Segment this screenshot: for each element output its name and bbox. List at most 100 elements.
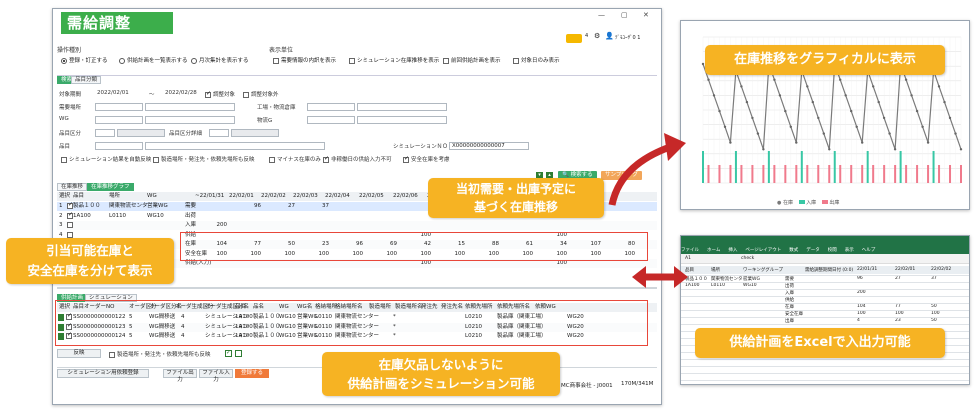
excel-cell[interactable]: 100 — [857, 311, 866, 316]
stock-point — [751, 116, 754, 120]
excel-cell[interactable]: 96 — [857, 276, 863, 281]
radio-register[interactable]: 登録・訂正する — [61, 56, 108, 64]
tab-item-class[interactable]: 品目分類 — [71, 76, 102, 84]
row-select-checkbox[interactable] — [67, 211, 73, 219]
cancel-square-icon[interactable] — [235, 350, 242, 357]
table-row[interactable] — [57, 221, 657, 230]
stock-point — [789, 125, 792, 128]
row-select-checkbox[interactable] — [67, 201, 73, 209]
out-bar — [707, 165, 710, 183]
register-button[interactable]: 登録する — [235, 369, 269, 378]
reflect-button[interactable]: 反映 — [57, 349, 101, 358]
minimize-icon[interactable]: — — [598, 11, 605, 19]
excel-sheet: 品目 場所 ワーキンググループ 需給調整期間日付 (0:0) 22/01/31 22/02… — [681, 266, 969, 384]
excel-cell[interactable]: WG10 — [743, 283, 757, 288]
tab-stock-graph[interactable]: 在庫推移グラフ — [87, 183, 134, 191]
excel-cell[interactable]: 100 — [895, 311, 904, 316]
cell-place: L0110 — [109, 212, 127, 219]
column-header[interactable]: 22/02/01 — [229, 192, 261, 200]
check-nonworking[interactable]: 非稼働日の供給入力不可 — [323, 155, 392, 163]
maximize-icon[interactable]: ▢ — [621, 11, 628, 19]
excel-cell[interactable]: L0110 — [711, 283, 725, 288]
date-to[interactable]: 2022/02/28 — [165, 90, 197, 96]
item-input[interactable] — [95, 142, 143, 150]
item-class-input[interactable] — [95, 129, 115, 137]
check-reflect-places[interactable]: 製造場所・発注先・依頼先場所も反映 — [153, 155, 255, 163]
out-bar — [828, 165, 831, 183]
check-sim-stock[interactable]: シミュレーション在庫推移を表示 — [349, 56, 439, 64]
close-icon[interactable]: ✕ — [643, 11, 649, 19]
sim-register-button[interactable]: シミュレーション用依頼登録 — [57, 369, 149, 378]
callout-chart: 在庫推移をグラフィカルに表示 — [705, 45, 945, 75]
check-demand-detail[interactable]: 需要情報の内訳を表示 — [273, 56, 336, 64]
column-header[interactable]: ~22/01/31 — [195, 192, 227, 200]
excel-cell[interactable]: 27 — [895, 276, 901, 281]
check-prev-plan[interactable]: 前回供給計画を表示 — [443, 56, 501, 64]
file-input-button[interactable]: ファイル入力 — [199, 369, 233, 383]
excel-ribbon-tab[interactable]: データ — [806, 248, 820, 253]
excel-ribbon-tab[interactable]: ヘルプ — [862, 248, 876, 253]
column-header[interactable]: 22/02/06 — [393, 192, 425, 200]
excel-cell[interactable]: 104 — [857, 304, 866, 309]
excel-ribbon-tab[interactable]: 挿入 — [728, 248, 737, 253]
user-icon[interactable]: 👤 — [605, 32, 614, 40]
splitter[interactable] — [57, 287, 657, 289]
excel-cell[interactable]: 23 — [895, 318, 901, 323]
notification-icon[interactable] — [566, 34, 582, 43]
excel-cell[interactable]: 50 — [931, 318, 937, 323]
excel-ribbon-tab[interactable]: ホーム — [707, 248, 720, 253]
column-header[interactable]: 22/02/04 — [325, 192, 357, 200]
column-header[interactable]: 場所 — [109, 192, 141, 200]
excel-cell[interactable]: 200 — [857, 290, 866, 295]
demand-place-input[interactable] — [95, 103, 143, 111]
excel-cell[interactable]: 100 — [931, 311, 940, 316]
radio-list[interactable]: 供給計画を一覧表示する — [119, 56, 188, 64]
out-bar — [872, 165, 875, 183]
excel-ribbon-tab[interactable]: ページレイアウト — [745, 248, 781, 253]
factory-input[interactable] — [307, 103, 355, 111]
excel-ribbon-tab[interactable]: ファイル — [681, 248, 699, 253]
column-header[interactable]: WG — [147, 192, 179, 200]
stock-point — [915, 109, 919, 113]
check-target-only[interactable]: 対象日のみ表示 — [513, 56, 560, 64]
excel-cell[interactable]: 77 — [895, 304, 901, 309]
file-output-button[interactable]: ファイル出力 — [163, 369, 197, 383]
row-select-checkbox[interactable] — [67, 222, 73, 228]
column-header[interactable]: 22/02/02 — [261, 192, 293, 200]
period-tilde: ～ — [149, 92, 155, 98]
check-safety-stock[interactable]: 安全在庫を考慮 — [403, 155, 450, 163]
item-class-detail-input[interactable] — [209, 129, 229, 137]
excel-window: ファイル ホーム 挿入 ページレイアウト 数式 データ 校閲 表示 ヘルプ A1 check 品… — [680, 235, 970, 385]
sim-no-input[interactable]: X00000000000007 — [449, 142, 529, 150]
check-auto-reflect[interactable]: シミュレーション結果を自動反映 — [61, 155, 151, 163]
column-header[interactable]: 品目 — [73, 192, 105, 200]
excel-cell[interactable]: 50 — [931, 304, 937, 309]
stock-point — [723, 125, 727, 128]
radio-monthly[interactable]: 月次集計を表示する — [191, 56, 249, 64]
excel-formula-value[interactable]: check — [741, 256, 754, 261]
logistics-wg-input[interactable] — [307, 116, 355, 124]
excel-ribbon-tab[interactable]: 表示 — [845, 248, 854, 253]
column-header[interactable]: 22/02/05 — [359, 192, 391, 200]
excel-ribbon: ファイル ホーム 挿入 ページレイアウト 数式 データ 校閲 表示 ヘルプ — [681, 246, 969, 254]
check-minus-only[interactable]: マイナス在庫のみ — [269, 155, 321, 163]
excel-ribbon-tab[interactable]: 数式 — [789, 248, 798, 253]
row-select-checkbox[interactable] — [67, 231, 73, 238]
gear-icon[interactable]: ⚙ — [594, 32, 600, 40]
excel-header-cell: 場所 — [711, 268, 720, 273]
cell-value: 37 — [322, 203, 329, 209]
excel-cell[interactable]: 4 — [857, 318, 860, 323]
column-header[interactable]: 22/02/03 — [293, 192, 325, 200]
confirm-check-icon[interactable]: ✓ — [225, 349, 232, 357]
date-from[interactable]: 2022/02/01 — [97, 90, 129, 96]
adjust-exclude-check[interactable]: 調整対象外 — [243, 90, 279, 98]
stock-point — [910, 94, 913, 97]
wg-input[interactable] — [95, 116, 143, 124]
excel-cell[interactable]: 37 — [931, 276, 937, 281]
logistics-wg-name — [357, 116, 447, 124]
excel-ribbon-tab[interactable]: 校閲 — [828, 248, 837, 253]
arrow-to-chart — [608, 133, 686, 206]
check-reflect-places-2[interactable]: 製造場所・発注先・依頼先場所も反映 — [109, 350, 211, 358]
adjust-target-check[interactable]: 調整対象 — [205, 90, 235, 98]
tab-stock-trend[interactable]: 在庫推移 — [57, 183, 88, 191]
